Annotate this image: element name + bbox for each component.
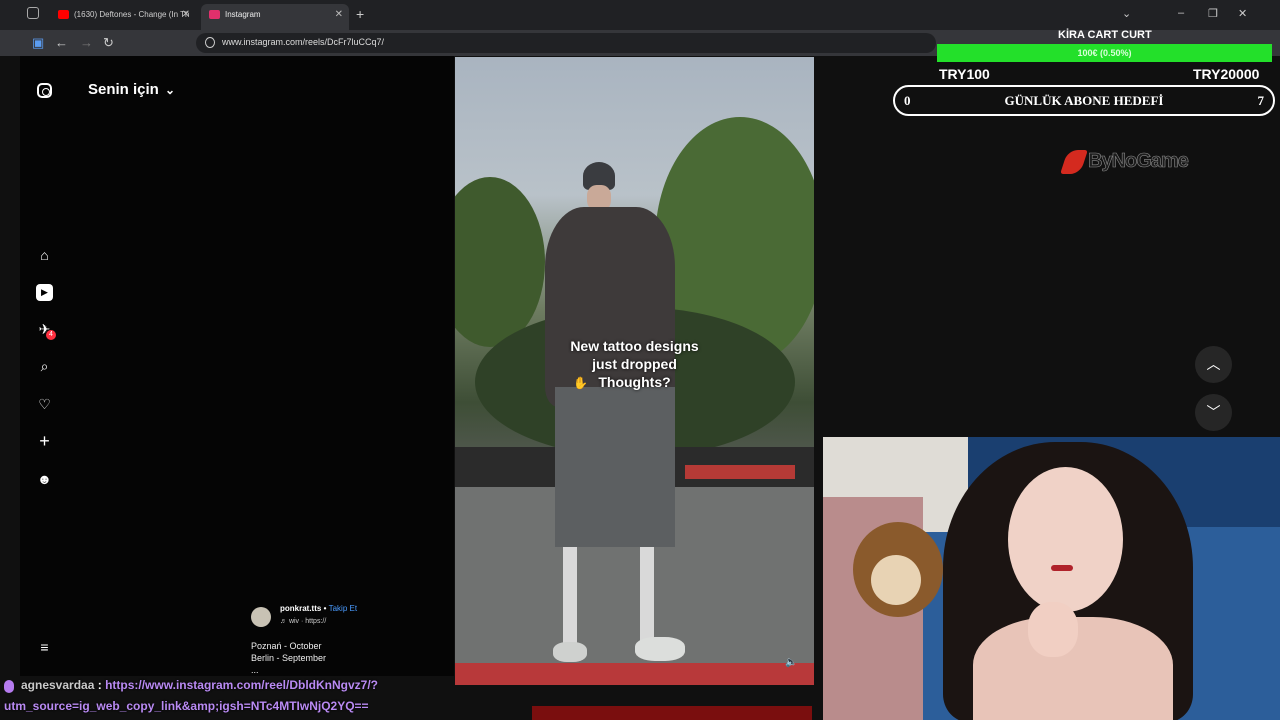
cursor-hand-icon: ✋ — [573, 376, 588, 390]
notifications-icon[interactable]: ♡ — [36, 396, 53, 413]
description-line: Berlin - September — [251, 653, 327, 663]
close-tab-icon[interactable]: ✕ — [182, 4, 190, 26]
description-line: Poznań - October — [251, 641, 322, 651]
reload-icon[interactable]: ↻ — [103, 35, 114, 51]
chat-link-continued[interactable]: utm_source=ig_web_copy_link&amp;igsh=NTc… — [4, 697, 369, 716]
close-tab-icon[interactable]: ✕ — [335, 4, 343, 26]
donation-goal-min: TRY100 — [939, 66, 990, 82]
home-icon[interactable]: ⌂ — [36, 247, 53, 264]
caption-line: just dropped — [592, 356, 677, 372]
author-line: ponkrat.tts • Takip Et — [280, 604, 357, 613]
music-label[interactable]: ♬ wiv · https:// — [280, 618, 326, 625]
subscriber-goal-current: 0 — [904, 93, 911, 108]
tree-image — [455, 177, 545, 347]
chat-separator: : — [94, 678, 106, 692]
new-tab-button[interactable]: + — [356, 6, 364, 22]
author-username[interactable]: ponkrat.tts — [280, 604, 321, 613]
instagram-logo-icon[interactable] — [37, 83, 52, 98]
tab-bar: (1630) Deftones - Change (In Th ✕ Instag… — [0, 0, 1280, 30]
author-avatar[interactable] — [251, 607, 271, 627]
separator: • — [321, 604, 329, 613]
back-icon[interactable]: ← — [55, 35, 68, 50]
video-bottom-strip — [532, 706, 812, 720]
tab-title: (1630) Deftones - Change (In Th — [74, 10, 190, 19]
subscriber-goal: GÜNLÜK ABONE HEDEFİ 0 7 — [893, 85, 1275, 116]
donation-goal-bar: 100€ (0.50%) — [937, 44, 1272, 62]
chevron-down-icon: ⌄ — [165, 83, 176, 97]
chat-line: agnesvardaa : https://www.instagram.com/… — [21, 676, 378, 695]
caption-line: Thoughts? — [598, 374, 671, 390]
tab-instagram[interactable]: Instagram ✕ — [201, 4, 349, 30]
next-reel-button[interactable]: ﹀ — [1195, 394, 1232, 431]
caption-line: New tattoo designs — [570, 338, 699, 354]
description-more[interactable]: ... — [251, 664, 326, 676]
reel-video[interactable]: New tattoo designs just dropped Thoughts… — [455, 57, 814, 685]
url-text: www.instagram.com/reels/DcFr7luCCq7/ — [222, 37, 385, 47]
reel-description: Poznań - October Berlin - September ... — [251, 640, 326, 676]
person-image — [545, 157, 685, 677]
follow-button[interactable]: Takip Et — [329, 604, 357, 613]
restore-icon[interactable]: ❐ — [1208, 7, 1218, 20]
subscriber-goal-label: GÜNLÜK ABONE HEDEFİ — [1004, 93, 1164, 108]
tab-menu-chevron-icon[interactable]: ⌄ — [1122, 7, 1131, 20]
site-info-icon[interactable] — [205, 37, 215, 48]
instagram-left-pane — [20, 56, 454, 676]
tab-youtube[interactable]: (1630) Deftones - Change (In Th ✕ — [50, 4, 196, 30]
webcam-feed — [823, 437, 1280, 720]
close-window-icon[interactable]: ✕ — [1238, 7, 1247, 20]
instagram-icon — [209, 10, 220, 19]
volume-icon[interactable]: 🔈 — [785, 657, 797, 668]
bench-image — [685, 465, 795, 479]
donation-goal-max: TRY20000 — [1193, 66, 1260, 82]
more-menu-icon[interactable]: ≡ — [36, 639, 53, 656]
search-icon[interactable]: ⌕ — [36, 358, 53, 375]
tab-search-icon[interactable] — [27, 7, 39, 19]
feed-title: Senin için — [88, 81, 159, 98]
brand-logo-text: ByNoGame — [1088, 150, 1189, 173]
previous-reel-button[interactable]: ︿ — [1195, 346, 1232, 383]
profile-avatar[interactable]: ☻ — [36, 471, 53, 488]
donation-goal-percent: 100€ (0.50%) — [1077, 48, 1132, 58]
tab-title: Instagram — [225, 10, 261, 19]
forward-icon[interactable]: → — [80, 35, 93, 50]
chat-link[interactable]: https://www.instagram.com/reel/DbldKnNgv… — [105, 678, 378, 692]
subscriber-goal-target: 7 — [1257, 93, 1265, 108]
reels-icon[interactable]: ▶ — [36, 284, 53, 301]
create-icon[interactable]: + — [36, 432, 53, 450]
bynogame-logo-icon — [1060, 150, 1088, 174]
chat-username: agnesvardaa — [21, 678, 95, 692]
donation-goal-title: KİRA CART CURT — [1058, 29, 1152, 41]
minimize-icon[interactable]: – — [1178, 7, 1184, 19]
url-field[interactable]: www.instagram.com/reels/DcFr7luCCq7/ — [196, 33, 936, 53]
feed-selector[interactable]: Senin için ⌄ — [88, 81, 175, 98]
sidebar-toggle-icon[interactable]: ▣ — [32, 35, 44, 51]
youtube-icon — [58, 10, 69, 19]
messages-badge: 4 — [46, 330, 56, 340]
chat-badge-icon — [4, 680, 14, 693]
screen: (1630) Deftones - Change (In Th ✕ Instag… — [0, 0, 1280, 720]
reel-caption: New tattoo designs just dropped Thoughts… — [455, 337, 814, 391]
